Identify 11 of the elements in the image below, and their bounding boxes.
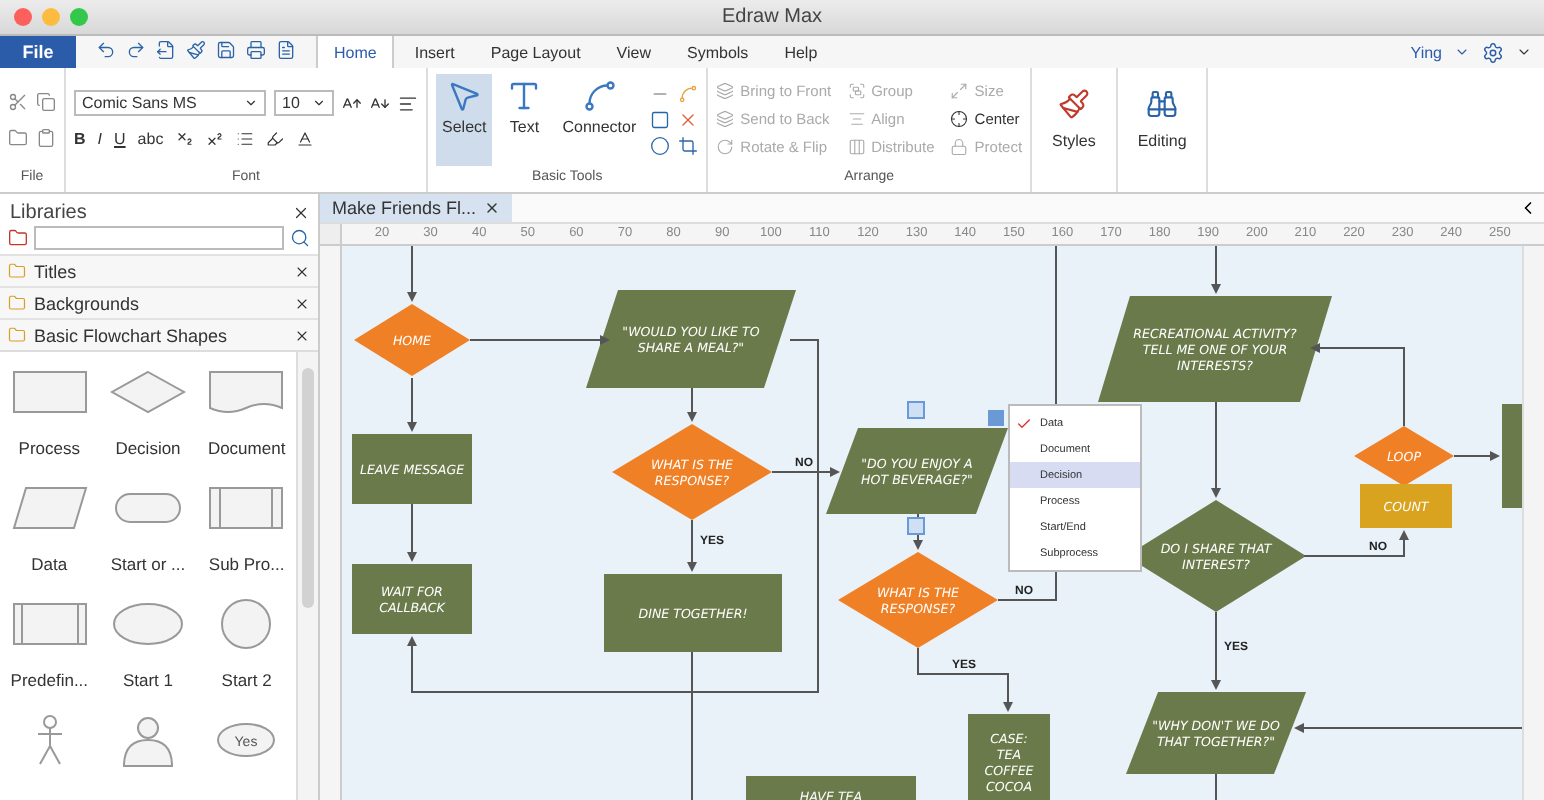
shape-label: Start 2	[221, 670, 272, 690]
shape-label: Data	[31, 554, 68, 574]
shape-label: Decision	[115, 438, 181, 458]
shape-label: Process	[18, 438, 81, 458]
shape-label: Sub Pro...	[208, 554, 285, 574]
window-title: Edraw Max	[722, 6, 822, 28]
shape-label: Start or ...	[110, 554, 186, 574]
shape-label: Predefin...	[10, 670, 89, 690]
panel-title: Libraries	[10, 202, 87, 224]
shape-label: Document	[207, 438, 286, 458]
shape-label: Start 1	[122, 670, 174, 690]
